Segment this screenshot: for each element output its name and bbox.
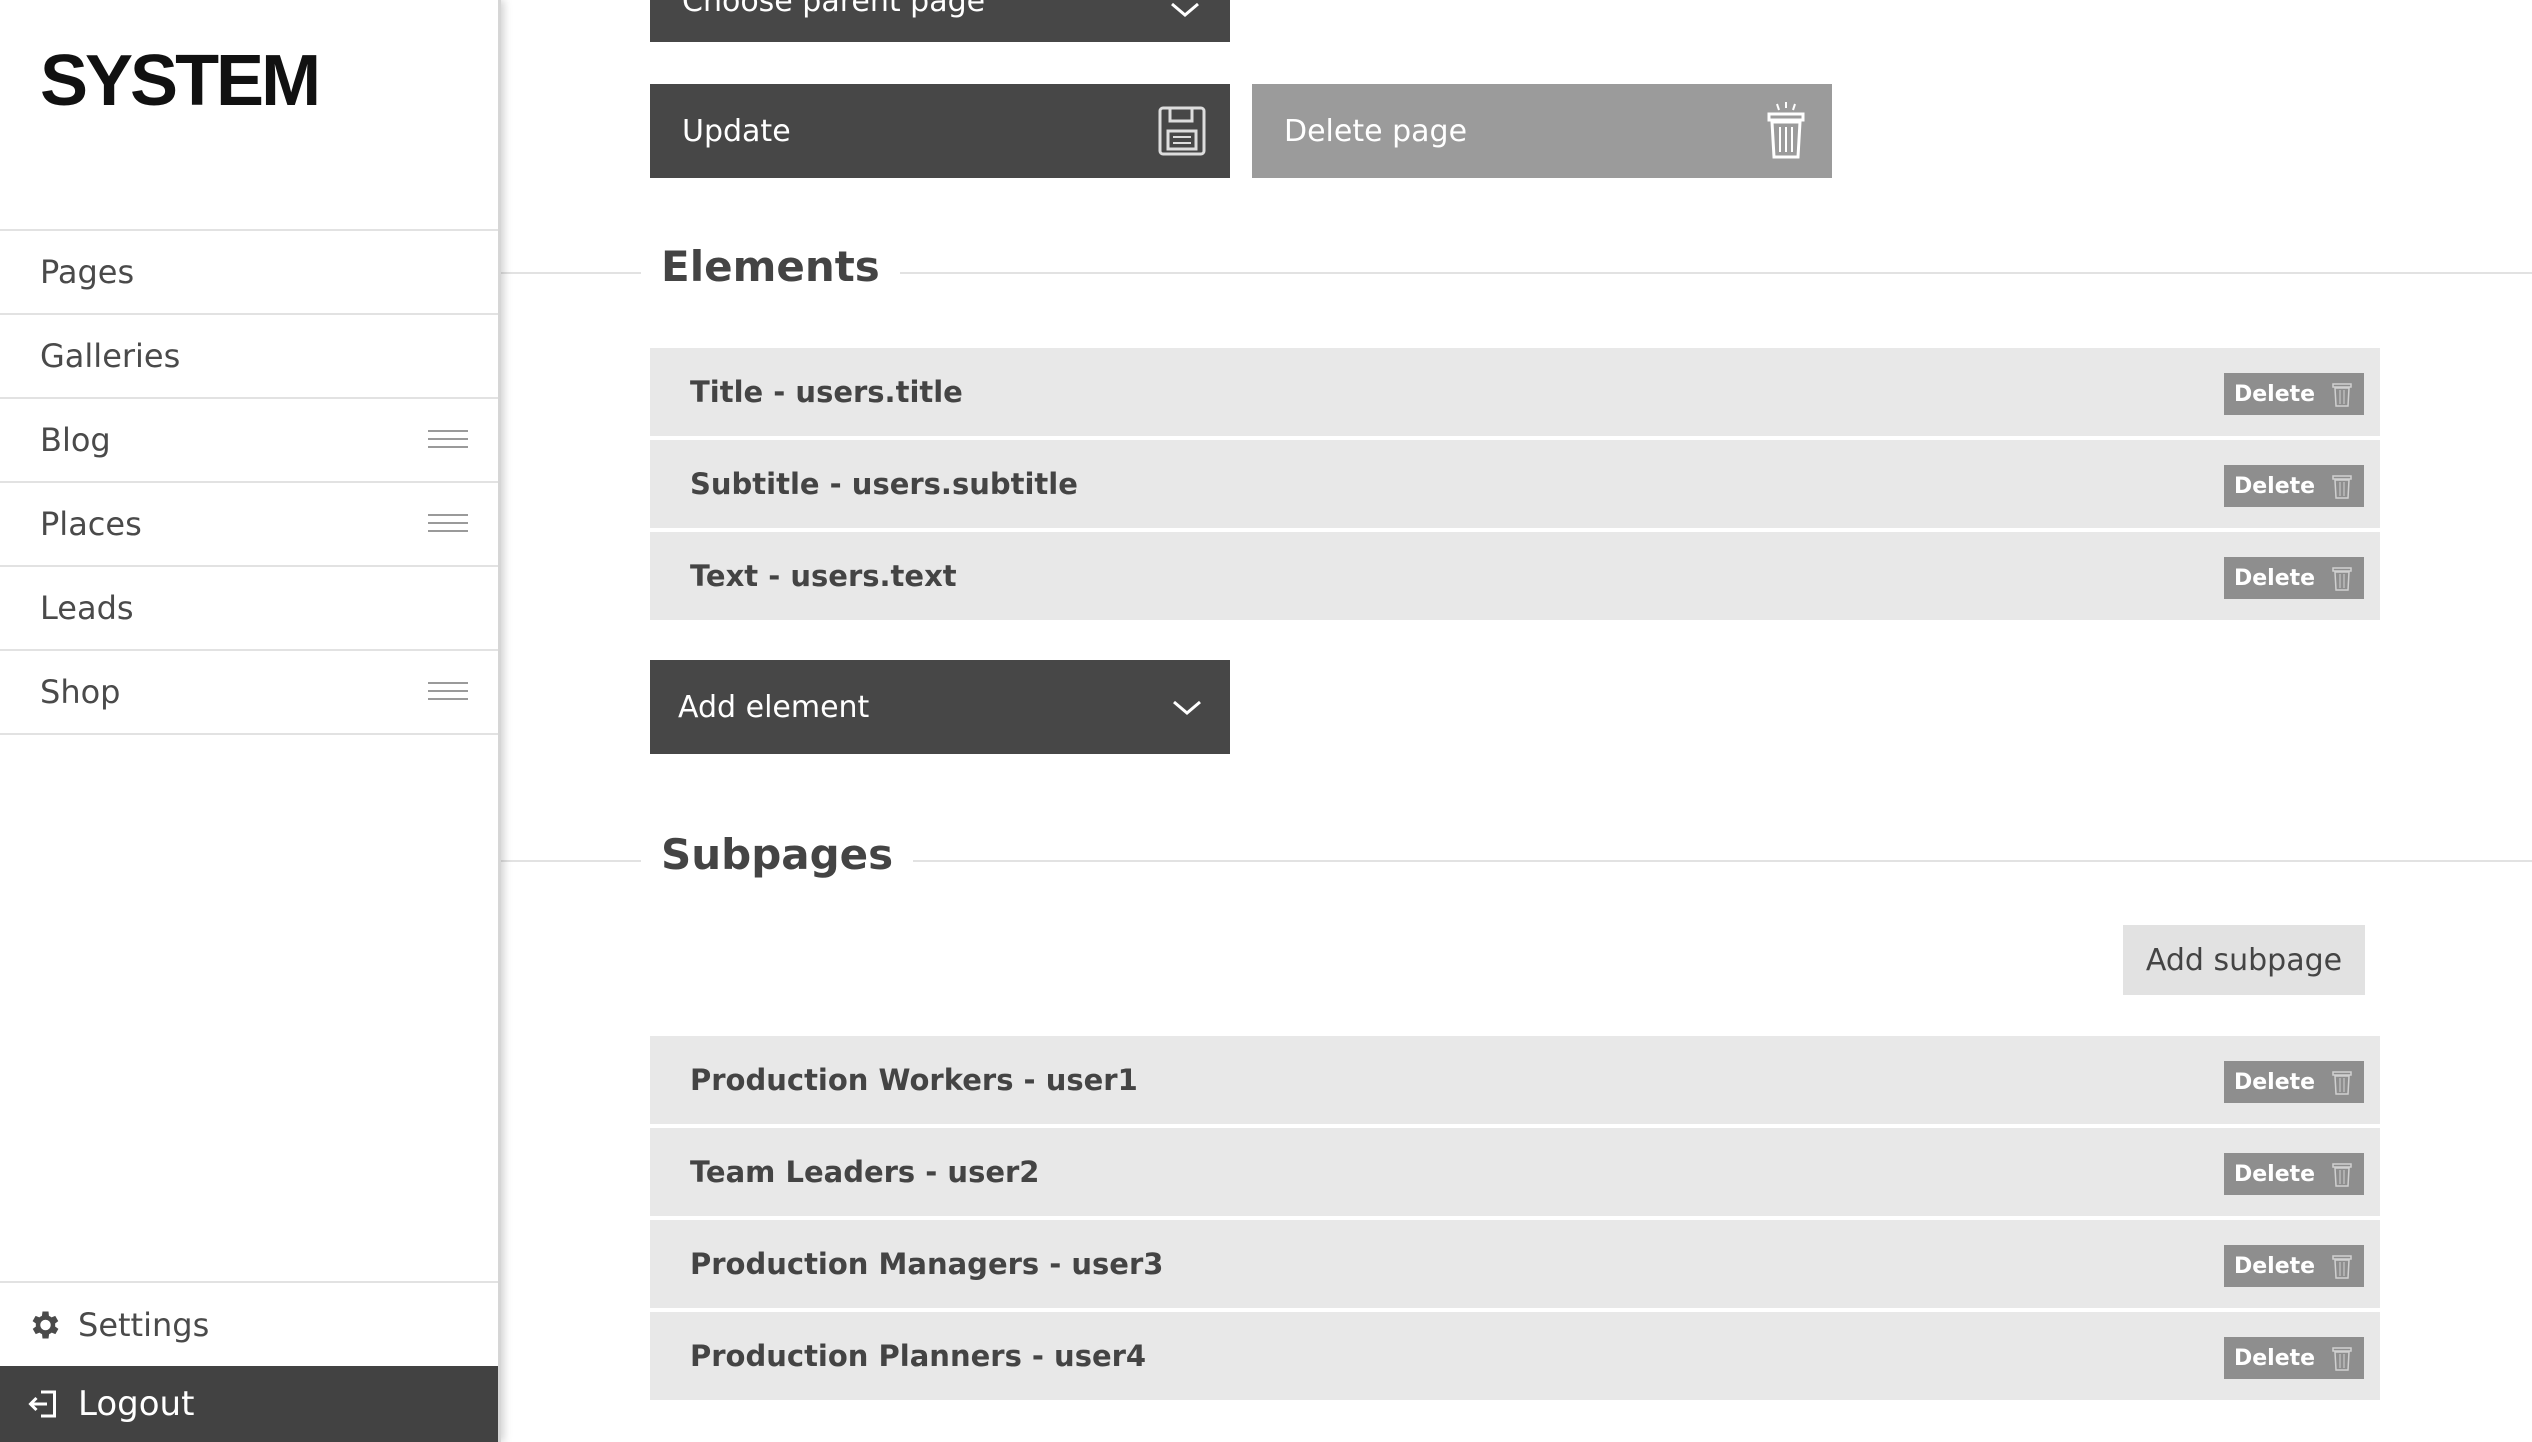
- delete-button[interactable]: Delete: [2224, 1061, 2364, 1103]
- trash-icon: [1767, 102, 1805, 159]
- delete-button[interactable]: Delete: [2224, 373, 2364, 415]
- delete-button[interactable]: Delete: [2224, 557, 2364, 599]
- sidebar-item-blog[interactable]: Blog: [0, 399, 498, 483]
- trash-icon: [2332, 1163, 2352, 1187]
- delete-label: Delete: [2234, 473, 2316, 499]
- sidebar-item-pages[interactable]: Pages: [0, 231, 498, 315]
- delete-button[interactable]: Delete: [2224, 465, 2364, 507]
- element-row: Subtitle - users.subtitle Delete: [650, 440, 2380, 528]
- chevron-down-icon: [1171, 2, 1199, 17]
- element-row-label: Subtitle - users.subtitle: [690, 467, 1078, 501]
- sidebar-item-leads[interactable]: Leads: [0, 567, 498, 651]
- parent-page-select-label: Choose parent page: [682, 0, 986, 19]
- sidebar: SYSTEM Pages Galleries Blog Places Leads…: [0, 0, 501, 1442]
- element-row: Title - users.title Delete: [650, 348, 2380, 436]
- add-element-label: Add element: [678, 689, 870, 725]
- settings-label: Settings: [78, 1306, 210, 1344]
- subpage-row[interactable]: Production Planners - user4 Delete: [650, 1312, 2380, 1400]
- hamburger-icon[interactable]: [428, 682, 468, 700]
- element-row-label: Text - users.text: [690, 559, 957, 593]
- subpages-heading: Subpages: [641, 830, 914, 879]
- delete-button[interactable]: Delete: [2224, 1153, 2364, 1195]
- sidebar-item-label: Pages: [40, 253, 135, 291]
- element-row: Text - users.text Delete: [650, 532, 2380, 620]
- delete-label: Delete: [2234, 1161, 2316, 1187]
- subpage-row-label: Production Workers - user1: [690, 1063, 1138, 1097]
- update-label: Update: [682, 113, 791, 149]
- hamburger-icon[interactable]: [428, 514, 468, 532]
- sidebar-nav: Pages Galleries Blog Places Leads Shop: [0, 229, 498, 735]
- subpage-row-label: Production Planners - user4: [690, 1339, 1147, 1373]
- logout-icon: [28, 1390, 56, 1418]
- delete-page-label: Delete page: [1284, 113, 1468, 149]
- gear-icon: [32, 1311, 59, 1339]
- delete-label: Delete: [2234, 1069, 2316, 1095]
- sidebar-item-galleries[interactable]: Galleries: [0, 315, 498, 399]
- subpages-section-header: Subpages: [501, 830, 2532, 879]
- sidebar-item-label: Shop: [40, 673, 121, 711]
- subpage-row[interactable]: Production Workers - user1 Delete: [650, 1036, 2380, 1124]
- chevron-down-icon: [1173, 700, 1201, 715]
- trash-icon: [2332, 567, 2352, 591]
- add-element-select[interactable]: Add element: [650, 660, 1230, 754]
- subpage-row-label: Team Leaders - user2: [690, 1155, 1040, 1189]
- trash-icon: [2332, 1071, 2352, 1095]
- subpage-row[interactable]: Team Leaders - user2 Delete: [650, 1128, 2380, 1216]
- floppy-disk-icon: [1158, 106, 1206, 156]
- trash-icon: [2332, 383, 2352, 407]
- trash-icon: [2332, 1347, 2352, 1371]
- hamburger-icon[interactable]: [428, 430, 468, 448]
- element-row-label: Title - users.title: [690, 375, 963, 409]
- logout-label: Logout: [78, 1384, 195, 1424]
- delete-label: Delete: [2234, 381, 2316, 407]
- delete-label: Delete: [2234, 565, 2316, 591]
- sidebar-item-shop[interactable]: Shop: [0, 651, 498, 735]
- sidebar-item-label: Galleries: [40, 337, 181, 375]
- parent-page-select[interactable]: Choose parent page: [650, 0, 1230, 42]
- delete-label: Delete: [2234, 1253, 2316, 1279]
- main-content: Choose parent page Update Delete page El…: [501, 0, 2532, 1442]
- settings-link[interactable]: Settings: [0, 1281, 498, 1367]
- elements-heading: Elements: [641, 242, 900, 291]
- add-subpage-button[interactable]: Add subpage: [2123, 925, 2365, 995]
- sidebar-item-places[interactable]: Places: [0, 483, 498, 567]
- delete-label: Delete: [2234, 1345, 2316, 1371]
- subpage-row-label: Production Managers - user3: [690, 1247, 1164, 1281]
- trash-icon: [2332, 475, 2352, 499]
- delete-page-button[interactable]: Delete page: [1252, 84, 1832, 178]
- update-button[interactable]: Update: [650, 84, 1230, 178]
- delete-button[interactable]: Delete: [2224, 1245, 2364, 1287]
- subpage-row[interactable]: Production Managers - user3 Delete: [650, 1220, 2380, 1308]
- trash-icon: [2332, 1255, 2352, 1279]
- sidebar-item-label: Blog: [40, 421, 111, 459]
- logout-button[interactable]: Logout: [0, 1366, 498, 1442]
- elements-section-header: Elements: [501, 242, 2532, 291]
- delete-button[interactable]: Delete: [2224, 1337, 2364, 1379]
- sidebar-item-label: Places: [40, 505, 142, 543]
- logo: SYSTEM: [40, 41, 321, 121]
- sidebar-item-label: Leads: [40, 589, 134, 627]
